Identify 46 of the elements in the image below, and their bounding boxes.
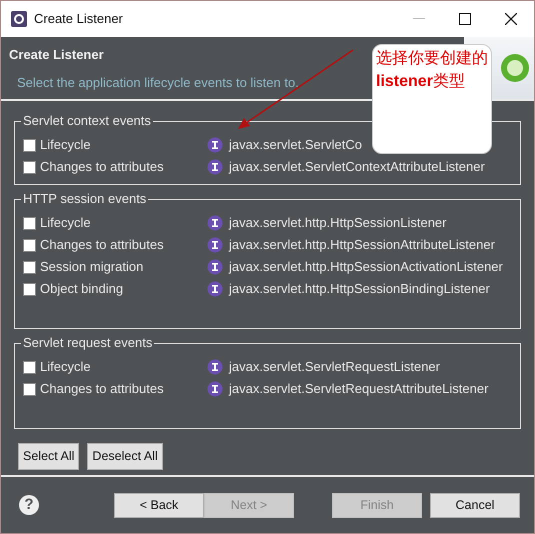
interface-icon (207, 159, 223, 175)
interface-name: javax.servlet.http.HttpSessionListener (229, 214, 446, 232)
checkbox-label[interactable]: Lifecycle (40, 357, 91, 377)
select-button[interactable]: Deselect All (87, 443, 163, 470)
wizard-button[interactable]: < Back (114, 492, 204, 518)
checkbox[interactable] (23, 160, 36, 174)
checkbox-label[interactable]: Session migration (40, 257, 144, 277)
interface-icon (207, 281, 223, 297)
checkbox[interactable] (23, 382, 36, 396)
maximize-icon[interactable] (459, 13, 471, 25)
annotation-callout: 选择你要创建的listener类型 (372, 44, 492, 154)
interface-icon (207, 381, 223, 397)
app-icon (11, 11, 27, 27)
checkbox-label[interactable]: Changes to attributes (40, 379, 164, 399)
checkbox[interactable] (23, 360, 36, 374)
checkbox-label[interactable]: Lifecycle (40, 213, 91, 233)
interface-icon (207, 259, 223, 275)
wizard-button[interactable]: Cancel (430, 492, 520, 518)
interface-icon (207, 215, 223, 231)
select-button[interactable]: Select All (18, 443, 80, 470)
interface-icon (207, 137, 223, 153)
help-icon[interactable]: ? (19, 495, 39, 515)
checkbox-label[interactable]: Lifecycle (40, 135, 91, 155)
interface-name: javax.servlet.ServletRequestAttributeListener (229, 380, 488, 398)
checkbox-label[interactable]: Object binding (40, 279, 124, 299)
group-title: Servlet request events (21, 335, 154, 351)
interface-name: javax.servlet.http.HttpSessionBindingListener (229, 280, 490, 298)
interface-icon (207, 359, 223, 375)
page-description: Select the application lifecycle events to listen to. (17, 74, 299, 92)
close-icon[interactable] (505, 13, 517, 25)
page-title: Create Listener (9, 46, 104, 64)
checkbox-label[interactable]: Changes to attributes (40, 235, 164, 255)
checkbox[interactable] (23, 216, 36, 230)
interface-name: javax.servlet.http.HttpSessionAttributeListener (229, 236, 495, 254)
interface-name: javax.servlet.ServletRequestListener (229, 358, 440, 376)
checkbox[interactable] (23, 260, 36, 274)
checkbox[interactable] (23, 238, 36, 252)
logo-icon (500, 53, 530, 83)
interface-name: javax.servlet.ServletContextAttributeListener (229, 158, 485, 176)
checkbox[interactable] (23, 282, 36, 296)
interface-name: javax.servlet.ServletCo (229, 136, 362, 154)
interface-icon (207, 237, 223, 253)
checkbox-label[interactable]: Changes to attributes (40, 157, 164, 177)
interface-name: javax.servlet.http.HttpSessionActivationListener (229, 258, 503, 276)
window-title: Create Listener (34, 10, 124, 28)
checkbox[interactable] (23, 138, 36, 152)
